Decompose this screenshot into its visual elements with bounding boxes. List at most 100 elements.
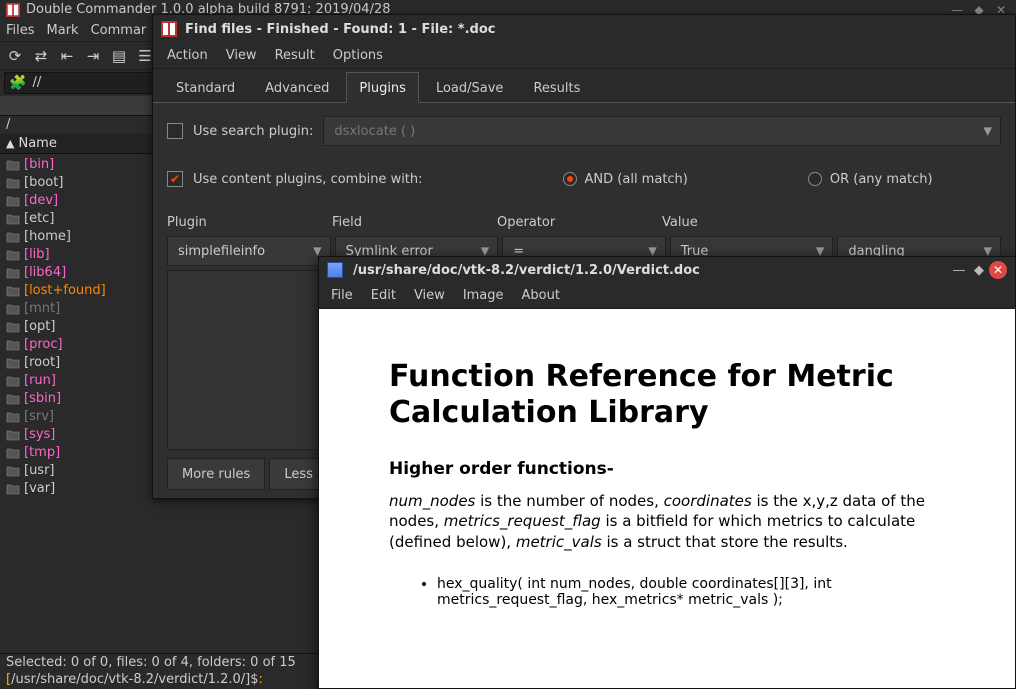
ff-menu-action[interactable]: Action [167,48,208,63]
doc-subheading: Higher order functions- [389,459,945,479]
tab-standard[interactable]: Standard [163,72,248,102]
combine-and-label: AND (all match) [585,172,688,187]
file-name: [tmp] [24,444,60,462]
folder-icon [6,194,20,208]
column-name: Name [18,134,56,154]
document-icon [327,262,343,278]
use-search-plugin-label: Use search plugin: [193,124,313,139]
combine-or-radio[interactable] [808,172,822,186]
folder-icon [6,464,20,478]
file-name: [opt] [24,318,55,336]
folder-icon [6,284,20,298]
status-bar: Selected: 0 of 0, files: 0 of 4, folders… [0,653,320,671]
menu-files[interactable]: Files [6,20,35,41]
file-name: [home] [24,228,71,246]
dv-title: /usr/share/doc/vtk-8.2/verdict/1.2.0/Ver… [353,263,700,278]
header-plugin: Plugin [167,215,332,230]
ff-menu-result[interactable]: Result [275,48,315,63]
folder-icon [6,446,20,460]
dv-menu-image[interactable]: Image [463,288,504,303]
cmd-cursor: : [259,672,263,687]
ff-menubar: Action View Result Options [153,43,1015,69]
menu-mark[interactable]: Mark [47,20,79,41]
dv-menu-about[interactable]: About [522,288,560,303]
rule-plugin-combo[interactable]: simplefileinfo▼ [167,236,331,266]
ff-titlebar[interactable]: Find files - Finished - Found: 1 - File:… [153,15,1015,43]
folder-icon [6,320,20,334]
file-name: [srv] [24,408,54,426]
file-name: [var] [24,480,55,498]
maximize-icon[interactable]: ◆ [969,263,989,278]
dv-menu-edit[interactable]: Edit [371,288,396,303]
header-extra [827,215,992,230]
tab-loadsave[interactable]: Load/Save [423,72,516,102]
folder-icon [6,482,20,496]
ff-title: Find files - Finished - Found: 1 - File:… [185,22,495,37]
folder-icon [6,176,20,190]
equal-panels-icon[interactable]: ▤ [108,45,130,67]
command-line[interactable]: [/usr/share/doc/vtk-8.2/verdict/1.2.0/]$… [0,671,320,689]
minimize-icon[interactable]: — [949,263,969,278]
folder-icon [6,302,20,316]
header-operator: Operator [497,215,662,230]
combine-and-radio[interactable] [563,172,577,186]
doc-list-item: hex_quality( int num_nodes, double coord… [437,576,945,608]
folder-icon [6,428,20,442]
file-name: [sys] [24,426,55,444]
ff-tabs: Standard Advanced Plugins Load/Save Resu… [153,69,1015,103]
tab-advanced[interactable]: Advanced [252,72,342,102]
reload-icon[interactable]: ⟳ [4,45,26,67]
file-name: [lost+found] [24,282,106,300]
search-plugin-combo[interactable]: dsxlocate ( ) ▼ [323,116,1001,146]
chevron-down-icon: ▼ [984,125,992,138]
dc-app-icon [6,3,20,17]
ff-menu-options[interactable]: Options [333,48,383,63]
folder-icon [6,266,20,280]
menu-commands[interactable]: Commar [91,20,147,41]
file-name: [lib64] [24,264,66,282]
header-field: Field [332,215,497,230]
rule-headers: Plugin Field Operator Value [167,215,1001,230]
doc-paragraph: num_nodes is the number of nodes, coordi… [389,491,945,552]
target-left-icon[interactable]: ⇤ [56,45,78,67]
doc-heading: Function Reference for Metric Calculatio… [389,359,945,431]
swap-icon[interactable]: ⇄ [30,45,52,67]
file-name: [boot] [24,174,63,192]
folder-icon [6,212,20,226]
cmd-prompt: /usr/share/doc/vtk-8.2/verdict/1.2.0/]$ [11,672,258,687]
dv-menubar: File Edit View Image About [319,283,1015,309]
header-value: Value [662,215,827,230]
folder-icon [6,158,20,172]
file-name: [proc] [24,336,63,354]
use-search-plugin-checkbox[interactable] [167,123,183,139]
file-name: [etc] [24,210,54,228]
more-rules-button[interactable]: More rules [167,458,265,490]
use-content-plugins-label: Use content plugins, combine with: [193,172,423,187]
ff-menu-view[interactable]: View [226,48,257,63]
file-name: [dev] [24,192,58,210]
combine-or-label: OR (any match) [830,172,933,187]
file-name: [mnt] [24,300,60,318]
sort-asc-icon: ▲ [6,134,14,154]
close-icon[interactable]: ✕ [989,261,1007,279]
path-text: // [32,72,41,94]
doc-list: hex_quality( int num_nodes, double coord… [437,576,945,608]
file-name: [sbin] [24,390,61,408]
tab-results[interactable]: Results [520,72,593,102]
ff-app-icon [161,21,177,37]
use-content-plugins-checkbox[interactable] [167,171,183,187]
document-page[interactable]: Function Reference for Metric Calculatio… [319,309,1015,688]
dv-titlebar[interactable]: /usr/share/doc/vtk-8.2/verdict/1.2.0/Ver… [319,257,1015,283]
puzzle-icon: 🧩 [9,72,26,94]
dv-menu-file[interactable]: File [331,288,353,303]
folder-icon [6,248,20,262]
file-name: [run] [24,372,56,390]
folder-icon [6,338,20,352]
folder-icon [6,356,20,370]
target-right-icon[interactable]: ⇥ [82,45,104,67]
file-name: [lib] [24,246,50,264]
folder-icon [6,230,20,244]
tab-plugins[interactable]: Plugins [346,72,419,103]
dv-menu-view[interactable]: View [414,288,445,303]
file-name: [usr] [24,462,55,480]
